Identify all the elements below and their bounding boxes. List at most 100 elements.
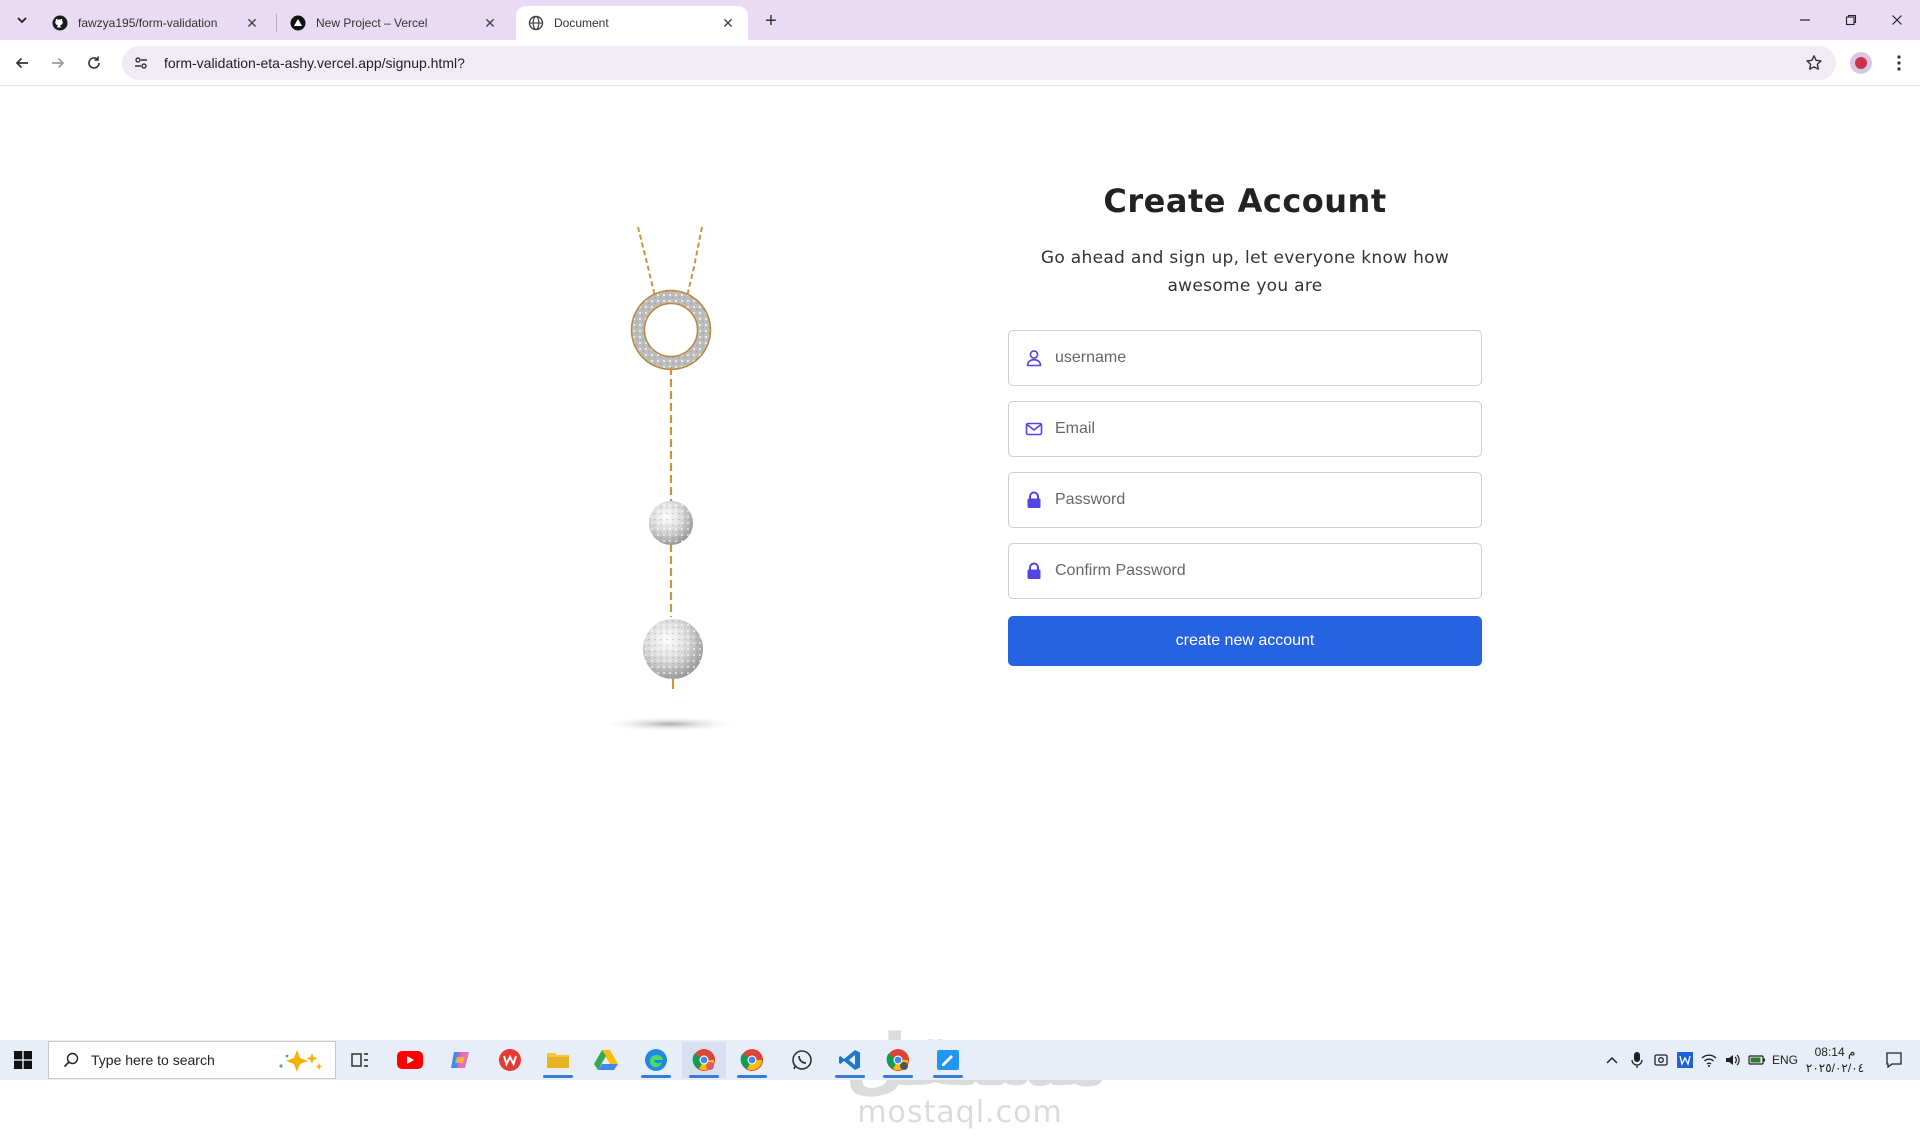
- folder-icon: [547, 1053, 569, 1068]
- username-field[interactable]: [1008, 330, 1482, 386]
- address-bar[interactable]: form-validation-eta-ashy.vercel.app/sign…: [122, 46, 1836, 80]
- bookmark-star-icon[interactable]: [1804, 53, 1824, 73]
- minimize-button[interactable]: [1782, 0, 1828, 40]
- google-drive-icon: [594, 1050, 618, 1070]
- globe-icon: [528, 15, 544, 31]
- windows-logo-icon: [14, 1051, 32, 1069]
- reload-icon: [88, 56, 100, 69]
- notification-center-button[interactable]: [1874, 1040, 1914, 1080]
- close-icon[interactable]: ✕: [244, 15, 260, 31]
- copilot-icon: [451, 1052, 469, 1068]
- taskbar-google-drive[interactable]: [584, 1042, 628, 1078]
- tab-vercel[interactable]: New Project – Vercel ✕: [278, 6, 510, 40]
- start-button[interactable]: [0, 1040, 46, 1080]
- tab-search-button[interactable]: [10, 8, 34, 32]
- clock-time: 08:14 م: [1814, 1045, 1856, 1059]
- restore-icon: [1845, 14, 1857, 26]
- tray-overflow-button[interactable]: [1600, 1040, 1624, 1080]
- username-input[interactable]: [1055, 331, 1481, 385]
- clock-date: ٢٠٢٥/٠٢/٠٤: [1805, 1061, 1865, 1075]
- taskbar-whatsapp[interactable]: [780, 1042, 824, 1078]
- tab-document[interactable]: Document ✕: [516, 6, 748, 40]
- tray-microphone[interactable]: [1626, 1040, 1648, 1080]
- taskbar-chrome-profile[interactable]: [682, 1042, 726, 1078]
- lock-icon: [1023, 562, 1045, 580]
- tray-battery[interactable]: [1746, 1040, 1768, 1080]
- taskbar-youtube[interactable]: [388, 1042, 432, 1078]
- signup-form: Create Account Go ahead and sign up, let…: [1008, 182, 1482, 666]
- taskbar-search-box[interactable]: Type here to search: [48, 1041, 336, 1079]
- taskbar-wps[interactable]: [488, 1042, 532, 1078]
- tray-volume[interactable]: [1722, 1040, 1744, 1080]
- minimize-icon: [1800, 19, 1810, 21]
- tray-wifi[interactable]: [1698, 1040, 1720, 1080]
- avatar-icon: [1855, 57, 1867, 69]
- browser-tab-strip: fawzya195/form-validation ✕ New Project …: [0, 0, 1920, 40]
- webcam-icon: [1654, 1054, 1668, 1066]
- tab-title: Document: [554, 16, 609, 30]
- notification-icon: [1886, 1052, 1902, 1069]
- taskbar-copilot[interactable]: [438, 1042, 482, 1078]
- browser-menu-button[interactable]: [1888, 52, 1910, 74]
- arrow-right-icon: [52, 57, 65, 69]
- confirm-password-input[interactable]: [1055, 544, 1481, 598]
- word-icon: [1677, 1052, 1693, 1068]
- taskbar-chrome-app[interactable]: [876, 1042, 920, 1078]
- close-icon[interactable]: ✕: [482, 15, 498, 31]
- password-field[interactable]: [1008, 472, 1482, 528]
- page-subtitle: Go ahead and sign up, let everyone know …: [1040, 248, 1450, 296]
- tab-separator: [276, 14, 277, 32]
- email-field[interactable]: [1008, 401, 1482, 457]
- kebab-menu-icon: [1897, 55, 1901, 71]
- wps-office-icon: [499, 1049, 521, 1071]
- edge-icon: [645, 1049, 667, 1071]
- restore-button[interactable]: [1828, 0, 1874, 40]
- url-text[interactable]: form-validation-eta-ashy.vercel.app/sign…: [164, 55, 465, 71]
- speaker-icon: [1726, 1054, 1740, 1066]
- forward-button[interactable]: [44, 49, 72, 77]
- tab-title: New Project – Vercel: [316, 16, 428, 30]
- vercel-icon: [290, 15, 306, 31]
- confirm-password-field[interactable]: [1008, 543, 1482, 599]
- site-info-icon[interactable]: [130, 55, 152, 71]
- new-tab-button[interactable]: +: [758, 8, 784, 34]
- window-close-button[interactable]: [1874, 0, 1920, 40]
- windows-taskbar: Type here to search ENG 08:14 م ٢٠٢٥/٠٢/…: [0, 1040, 1920, 1080]
- search-icon: [61, 1052, 81, 1068]
- tray-word[interactable]: [1674, 1040, 1696, 1080]
- form-fields: create new account: [1008, 330, 1482, 666]
- chevron-down-icon: [17, 17, 27, 24]
- plus-icon: +: [765, 9, 777, 32]
- taskbar-file-explorer[interactable]: [536, 1042, 580, 1078]
- task-view-button[interactable]: [338, 1042, 382, 1078]
- taskbar-chrome[interactable]: [730, 1042, 774, 1078]
- taskbar-edge[interactable]: [634, 1042, 678, 1078]
- close-icon: [1892, 15, 1902, 25]
- taskbar-clock[interactable]: 08:14 م ٢٠٢٥/٠٢/٠٤: [1800, 1044, 1870, 1076]
- tab-github[interactable]: fawzya195/form-validation ✕: [40, 6, 272, 40]
- watermark-latin: mostaql.com: [857, 1095, 1063, 1130]
- reload-button[interactable]: [80, 49, 108, 77]
- whatsapp-icon: [792, 1050, 812, 1070]
- close-icon[interactable]: ✕: [720, 15, 736, 31]
- tray-language[interactable]: ENG: [1770, 1040, 1800, 1080]
- vscode-icon: [839, 1050, 860, 1070]
- profile-avatar[interactable]: [1850, 52, 1872, 74]
- taskbar-vscode[interactable]: [828, 1042, 872, 1078]
- arrow-left-icon: [15, 57, 28, 69]
- lock-icon: [1023, 491, 1045, 509]
- password-input[interactable]: [1055, 473, 1481, 527]
- chrome-icon: [692, 1049, 715, 1071]
- tray-camera[interactable]: [1650, 1040, 1672, 1080]
- taskbar-editor[interactable]: [926, 1042, 970, 1078]
- chevron-up-icon: [1606, 1056, 1618, 1064]
- tab-title: fawzya195/form-validation: [78, 16, 218, 30]
- wifi-icon: [1701, 1054, 1717, 1067]
- youtube-icon: [397, 1051, 423, 1069]
- back-button[interactable]: [8, 49, 36, 77]
- create-account-button[interactable]: create new account: [1008, 616, 1482, 666]
- chrome-icon: [886, 1049, 909, 1071]
- email-input[interactable]: [1055, 402, 1481, 456]
- copilot-sparkle-icon[interactable]: [267, 1048, 327, 1074]
- github-icon: [52, 15, 68, 31]
